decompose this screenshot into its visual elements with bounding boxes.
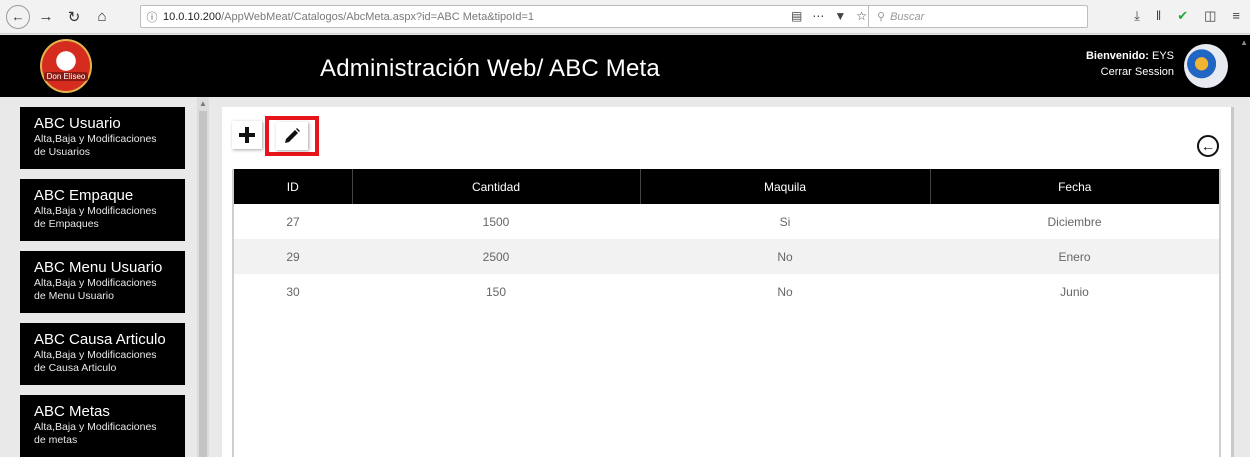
logout-link[interactable]: Cerrar Session [1086,64,1174,80]
add-button[interactable] [232,121,262,149]
cell-fecha: Junio [1060,284,1089,299]
sidebar-item-menu-usuario[interactable]: ABC Menu Usuario Alta,Baja y Modificacio… [20,251,185,313]
data-grid: ID Cantidad Maquila Fecha 27 1500 Si Dic… [232,169,1221,457]
pencil-icon [285,128,300,143]
info-icon[interactable]: ⓘ [141,9,163,25]
sidebar-item-desc: de Empaques [34,218,99,230]
menu-icon[interactable]: ≡ [1232,8,1240,24]
sidebar: ABC Usuario Alta,Baja y Modificaciones d… [0,97,210,457]
table-row[interactable]: 29 2500 No Enero [234,239,1219,274]
scrollbar-thumb[interactable] [199,111,207,457]
pocket-icon[interactable]: ▼ [834,9,846,23]
column-header-fecha[interactable]: Fecha [929,169,1219,204]
back-arrow-icon[interactable]: ← [6,4,30,29]
edit-button[interactable] [276,122,308,150]
search-icon: ⚲ [877,11,886,23]
cell-cantidad: 2500 [482,249,510,264]
column-header-id[interactable]: ID [234,169,352,204]
cell-fecha: Enero [1058,249,1091,264]
edit-highlight [265,116,319,156]
library-icon[interactable]: ‖ [1156,8,1161,24]
user-name: EYS [1151,50,1174,62]
forward-arrow-icon[interactable]: → [34,5,58,29]
logo-text: Don Eliseo [43,72,89,81]
address-bar[interactable]: ⓘ 10.0.10.200/AppWebMeat/Catalogos/AbcMe… [140,5,876,28]
table-header-row: ID Cantidad Maquila Fecha [234,169,1219,204]
column-header-maquila[interactable]: Maquila [639,169,930,204]
table-row[interactable]: 27 1500 Si Diciembre [234,204,1219,239]
page-title: Administración Web/ ABC Meta [320,55,660,82]
url-path: /AppWebMeat/Catalogos/AbcMeta.aspx?id=AB… [221,10,534,23]
metas-table: ID Cantidad Maquila Fecha 27 1500 Si Dic… [234,169,1219,309]
more-actions-icon[interactable]: ⋯ [812,9,824,23]
sidebar-scrollbar[interactable]: ▲ [197,97,209,457]
url-host: 10.0.10.200 [163,10,222,23]
sidebar-item-title: ABC Menu Usuario [34,259,163,276]
reload-icon[interactable]: ↻ [62,5,86,29]
cell-id: 27 [286,214,300,229]
welcome-label: Bienvenido: [1085,50,1149,62]
shield-check-icon[interactable]: ✔ [1177,8,1188,24]
scroll-up-icon[interactable]: ▲ [1240,38,1248,47]
sidebar-item-title: ABC Metas [34,403,110,420]
sidebar-item-desc: de Causa Articulo [34,362,117,374]
sidebar-item-desc: de Usuarios [34,146,91,158]
sidebar-item-causa-articulo[interactable]: ABC Causa Articulo Alta,Baja y Modificac… [20,323,185,385]
main-panel: ← ID Cantidad Maquila Fecha 27 1500 Si D… [222,107,1234,457]
sidebar-item-title: ABC Causa Articulo [34,331,166,348]
cell-cantidad: 1500 [482,214,510,229]
cell-maquila: No [777,249,793,264]
sidebar-item-desc: Alta,Baja y Modificaciones [34,205,157,217]
sidebar-item-empaque[interactable]: ABC Empaque Alta,Baja y Modificaciones d… [20,179,185,241]
cell-maquila: Si [779,214,791,229]
browser-toolbar: ← → ↻ ⌂ ⓘ 10.0.10.200/AppWebMeat/Catalog… [0,0,1250,34]
cell-id: 29 [286,249,300,264]
cell-id: 30 [286,284,300,299]
brand-logo[interactable]: Don Eliseo [40,39,92,93]
table-row[interactable]: 30 150 No Junio [234,274,1219,309]
search-input[interactable]: ⚲ Buscar [868,5,1088,28]
cell-fecha: Diciembre [1047,214,1102,229]
sidebar-item-desc: Alta,Baja y Modificaciones [34,133,157,145]
reader-view-icon[interactable]: ▤ [791,9,802,23]
sidebar-toggle-icon[interactable]: ◫ [1204,8,1216,24]
sidebar-item-usuario[interactable]: ABC Usuario Alta,Baja y Modificaciones d… [20,107,185,169]
sidebar-item-desc: Alta,Baja y Modificaciones [34,349,157,361]
avatar[interactable] [1184,44,1228,88]
sidebar-item-desc: Alta,Baja y Modificaciones [34,421,157,433]
column-header-cantidad[interactable]: Cantidad [351,169,640,204]
arrow-left-circle-icon[interactable]: ← [1197,135,1219,157]
app-header: Don Eliseo Administración Web/ ABC Meta … [0,35,1250,97]
download-icon[interactable]: ⤓ [1134,8,1140,24]
sidebar-item-title: ABC Empaque [34,187,134,204]
user-block: Bienvenido: EYS Cerrar Session [1086,48,1174,80]
search-placeholder: Buscar [890,10,925,23]
cell-maquila: No [777,284,793,299]
plus-icon [239,127,255,143]
scroll-up-icon[interactable]: ▲ [197,99,209,108]
sidebar-item-desc: Alta,Baja y Modificaciones [34,277,157,289]
home-icon[interactable]: ⌂ [90,5,114,29]
sidebar-item-desc: de Menu Usuario [34,290,114,302]
sidebar-item-desc: de metas [34,434,78,446]
cell-cantidad: 150 [485,284,507,299]
sidebar-item-title: ABC Usuario [34,115,121,132]
sidebar-item-metas[interactable]: ABC Metas Alta,Baja y Modificaciones de … [20,395,185,457]
bookmark-star-icon[interactable]: ☆ [856,9,867,23]
